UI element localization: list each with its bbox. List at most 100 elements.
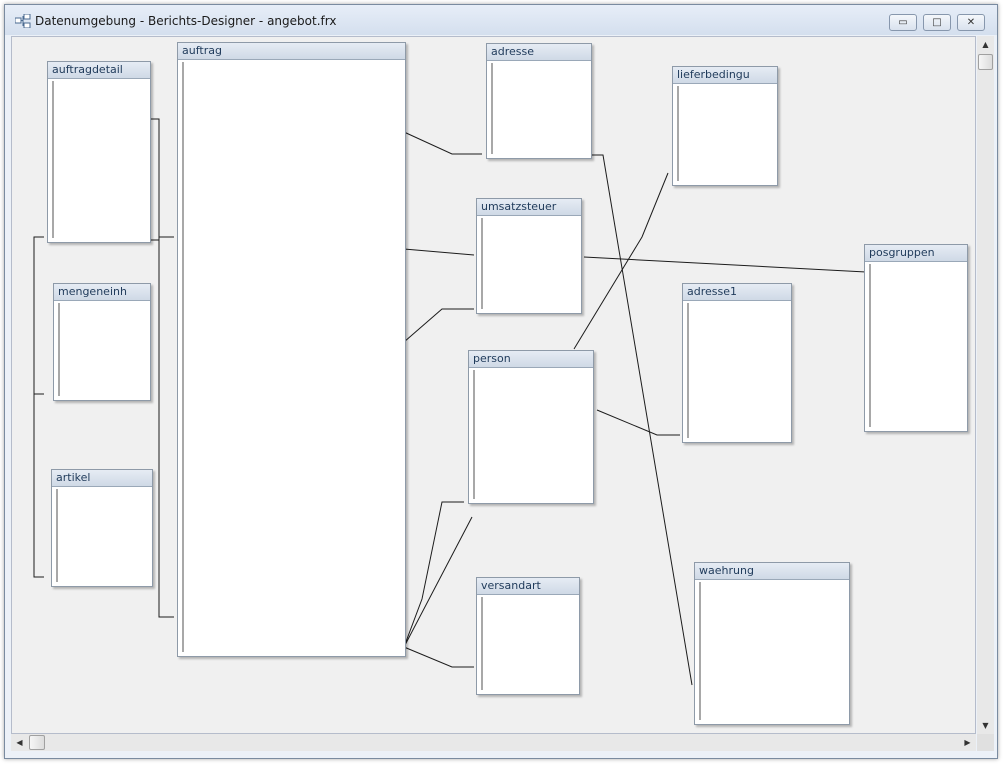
field-item[interactable]: auf_nbearb [183,588,184,603]
field-item[interactable]: lbd_mbez [678,132,679,147]
list-scroll-up-button[interactable]: ▲ [677,88,678,96]
table-artikel[interactable]: artikel Felder:art_nidart_nnrart_ckbezart… [51,469,153,587]
list-scroll-down-button[interactable]: ▼ [699,710,700,718]
field-item[interactable]: auf_nstatus [183,183,184,198]
field-item[interactable]: ums_cerlkto [482,279,483,294]
list-scroll-up-button[interactable]: ▲ [58,305,59,313]
field-item[interactable]: auf_ntraeg [183,318,184,333]
field-item[interactable]: adr_cakgr [492,139,493,154]
field-item[interactable]: auf_lber [183,393,184,408]
indexes-header[interactable]: Indizes: [59,379,60,394]
field-item[interactable]: adr_cposition [688,394,689,409]
field-item[interactable]: wae_nfaktor [700,643,701,658]
field-item[interactable]: adr_cmatch [492,94,493,109]
indexes-header[interactable]: Indizes: [482,643,483,658]
field-list[interactable]: Felder:adt_nidadt_naufidadt_nposadt_nart… [52,81,54,238]
list-scrollbar[interactable]: ▲▼ [56,490,57,581]
fields-header[interactable]: Felder: [59,304,60,319]
field-item[interactable]: adr_cmatch [688,334,689,349]
field-item[interactable]: auf_ngew [183,633,184,648]
field-item[interactable]: per_nadrid [474,401,475,416]
list-scrollbar[interactable]: ▲▼ [182,63,183,651]
field-item[interactable]: ums_nid [482,234,483,249]
field-item[interactable]: adr_ctitel [492,124,493,139]
list-scroll-down-button[interactable]: ▼ [56,572,57,580]
table-title[interactable]: posgruppen [865,245,967,262]
fields-header[interactable]: Felder: [688,304,689,319]
table-title[interactable]: artikel [52,470,152,487]
indexes-header[interactable]: Indizes: [678,147,679,162]
list-scroll-up-button[interactable]: ▲ [182,64,183,72]
table-title[interactable]: adresse1 [683,284,791,301]
field-item[interactable]: auf_cfaufnr [183,93,184,108]
fields-header[interactable]: Felder: [183,63,184,78]
field-item[interactable]: adt_npos [53,127,54,142]
field-item[interactable]: auf_nsktag [183,468,184,483]
field-item[interactable]: auf_derst [183,558,184,573]
field-item[interactable]: auf_deing [183,243,184,258]
list-scrollbar[interactable]: ▲▼ [52,82,53,237]
field-item[interactable]: auf_njahr [183,378,184,393]
table-title[interactable]: auftrag [178,43,405,60]
field-item[interactable]: art_ncad [57,565,58,580]
table-posgruppen[interactable]: posgruppen Felder:pog_nidpog_naufidpog_cg… [864,244,968,432]
table-title[interactable]: auftragdetail [48,62,150,79]
field-item[interactable]: auf_nuser [183,543,184,558]
field-item[interactable]: auf_ckonr [183,138,184,153]
field-item[interactable]: auf_nadrid [183,123,184,138]
field-item[interactable]: per_cname [474,416,475,431]
list-scroll-up-button[interactable]: ▲ [699,584,700,592]
title-bar[interactable]: Datenumgebung - Berichts-Designer - ange… [5,5,997,35]
table-mengeneinh[interactable]: mengeneinh Felder:ein_nidein_cbezein_ntyp… [53,283,151,401]
table-adresse1[interactable]: adresse1 Felder:adr_nidadr_cmatchadr_canr… [682,283,792,443]
field-item[interactable]: adt_mpos [53,157,54,172]
data-environment-canvas[interactable]: auftragdetail Felder:adt_nidadt_naufidadt… [11,36,976,734]
field-list[interactable]: Felder:per_nidper_nadridper_cnameper_cna… [473,370,475,499]
field-item[interactable]: per_nid [474,386,475,401]
field-list[interactable]: Felder:lbd_nidlbd_cbezlbd_mbezIndizes:lb… [677,86,679,181]
field-item[interactable]: auf_mbem [183,228,184,243]
field-item[interactable]: auf_nsktag2 [183,483,184,498]
field-item[interactable]: auf_nkw [183,363,184,378]
horizontal-scrollbar[interactable]: ◀ ▶ [11,734,976,751]
field-item[interactable]: auf_nid [183,78,184,93]
field-item[interactable]: ums_nart [482,294,483,309]
field-list[interactable]: Felder:wae_nidwae_ckbezwae_cbezwae_nfakt… [699,582,701,720]
list-scroll-up-button[interactable]: ▲ [473,372,474,380]
field-list[interactable]: Felder:adr_nidadr_cmatchadr_canredeadr_c… [687,303,689,438]
table-versandart[interactable]: versandartFelder:vsd_nidvsd_cbezIndizes:… [476,577,580,695]
fields-header[interactable]: Felder: [492,64,493,79]
minimize-button[interactable]: ▭ [889,14,917,31]
field-item[interactable]: adt_mbem [53,217,54,232]
field-item[interactable]: per_cnachname [474,431,475,446]
field-item[interactable]: auf_cdoc [183,153,184,168]
field-item[interactable]: vsd_nid [482,613,483,628]
field-item[interactable]: adr_nid [492,79,493,94]
field-item[interactable]: pog_nsort [870,325,871,340]
field-item[interactable]: ein_cbez [59,334,60,349]
vertical-scrollbar[interactable]: ▲ ▼ [977,36,994,734]
field-item[interactable]: adr_cberuf [688,409,689,424]
list-scroll-up-button[interactable]: ▲ [687,305,688,313]
field-item[interactable]: auf_nrab [183,513,184,528]
fields-header[interactable]: Felder: [57,490,58,505]
list-scroll-down-button[interactable]: ▼ [491,144,492,152]
field-item[interactable]: auf_nsko [183,438,184,453]
size-grip[interactable] [977,734,994,751]
field-item[interactable]: auf_manhang [183,603,184,618]
field-item[interactable]: ums_nguel [482,264,483,279]
list-scroll-down-button[interactable]: ▼ [473,489,474,497]
field-item[interactable]: art_nnr [57,520,58,535]
list-scroll-up-button[interactable]: ▲ [481,599,482,607]
table-title[interactable]: umsatzsteuer [477,199,581,216]
field-item[interactable]: auf_dlaen [183,573,184,588]
field-item[interactable]: auf_mvort [183,198,184,213]
field-item[interactable]: per_cvorname [474,446,475,461]
field-item[interactable]: wae_nid [700,673,701,688]
field-item[interactable]: ein_nvpe [59,364,60,379]
field-item[interactable]: wae_cbez [700,628,701,643]
scroll-left-button[interactable]: ◀ [11,734,28,751]
field-item[interactable]: adr_cakgr [688,379,689,394]
table-title[interactable]: person [469,351,593,368]
field-item[interactable]: pog_npogid [870,370,871,385]
